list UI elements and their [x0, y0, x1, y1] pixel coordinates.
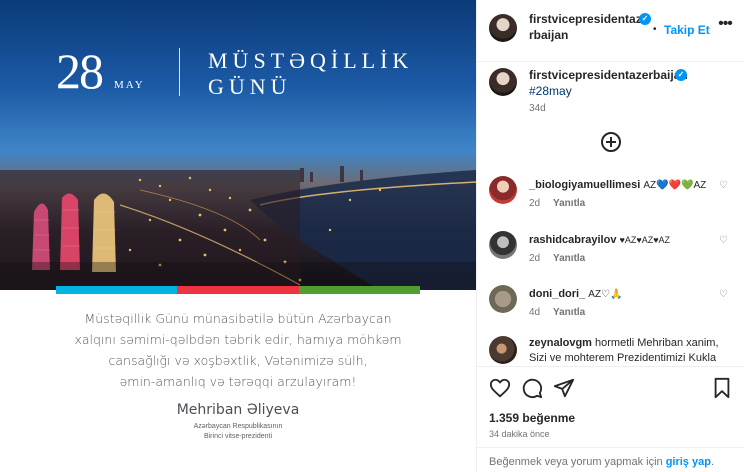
comment-like-heart-icon[interactable]: ♡: [719, 235, 728, 246]
commenter-avatar[interactable]: [489, 231, 517, 259]
comment-time: 4d: [529, 307, 541, 318]
greeting-message: Müstəqillik Günü münasibətilə bütün Azər…: [0, 296, 476, 472]
flag-red-band: [177, 286, 299, 294]
comment-text: ♥AZ♥AZ♥AZ: [619, 235, 671, 245]
more-horizontal-icon[interactable]: •••: [715, 14, 735, 34]
comment-username[interactable]: zeynalovgm: [529, 337, 592, 349]
comment-username[interactable]: rashidcabrayilov: [529, 234, 616, 246]
post-header: firstvicepresidentazerbaijan ✓ • Takip E…: [477, 0, 744, 62]
signature-name: Mehriban Əliyeva: [176, 402, 300, 418]
comment-username[interactable]: _biologiyamuellimesi: [529, 179, 640, 191]
heart-icon[interactable]: [489, 377, 511, 399]
commenter-avatar[interactable]: [489, 336, 517, 364]
comment-like-heart-icon[interactable]: ♡: [719, 180, 728, 191]
login-prompt-suffix: .: [710, 456, 714, 468]
caption-hashtag[interactable]: #28may: [529, 84, 572, 98]
comment-username[interactable]: doni_dori_: [529, 288, 585, 300]
post-actions: 1.359 beğenme 34 dakika önce Beğenmek ve…: [477, 366, 744, 468]
author-username[interactable]: firstvicepresidentazerbaijan: [529, 11, 649, 43]
comment-like-heart-icon[interactable]: ♡: [719, 289, 728, 300]
comment-text: AZ♡🙏: [588, 289, 623, 300]
hero-line-2: GÜNÜ: [208, 74, 292, 99]
hero-day-number: 28: [56, 43, 104, 99]
follow-button[interactable]: Takip Et: [664, 23, 710, 37]
login-link[interactable]: giriş yap: [666, 456, 711, 468]
comment-item: zeynalovgm hormetli Mehriban xanim, Sizi…: [477, 334, 744, 366]
verified-badge-icon: ✓: [639, 13, 651, 25]
reply-button[interactable]: Yanıtla: [553, 307, 585, 318]
login-prompt-prefix: Beğenmek veya yorum yapmak için: [489, 456, 666, 468]
author-avatar[interactable]: [489, 14, 517, 42]
post-side-panel: firstvicepresidentazerbaijan ✓ • Takip E…: [476, 0, 744, 472]
verified-badge-icon: ✓: [675, 69, 687, 81]
reply-button[interactable]: Yanıtla: [553, 198, 585, 209]
azerbaijan-flag-stripe: [56, 286, 420, 294]
baku-night-photo: 28 MAY MÜSTƏQİLLİK GÜNÜ: [0, 0, 476, 290]
message-line: əmin-amanlıq və tərəqqi arzulayıram!: [119, 374, 357, 389]
hero-divider: [179, 48, 180, 96]
post-image: 28 MAY MÜSTƏQİLLİK GÜNÜ Müstəqillik Günü…: [0, 0, 476, 472]
comment-item: _biologiyamuellimesi AZ💙❤️💚AZ 2d Yanıtla…: [477, 174, 744, 218]
commenter-avatar[interactable]: [489, 176, 517, 204]
comment-text: AZ💙❤️💚AZ: [643, 180, 707, 191]
comment-body: doni_dori_ AZ♡🙏: [529, 287, 733, 302]
caption-timestamp: 34d: [529, 103, 546, 114]
header-dot: •: [653, 24, 657, 35]
signature-title-line-2: Birinci vitse-prezidenti: [203, 433, 273, 440]
login-prompt: Beğenmek veya yorum yapmak için giriş ya…: [489, 456, 714, 468]
hero-title: 28 MAY MÜSTƏQİLLİK GÜNÜ: [56, 44, 436, 100]
comment-item: rashidcabrayilov ♥AZ♥AZ♥AZ 2d Yanıtla ♡: [477, 229, 744, 273]
flag-blue-band: [56, 286, 178, 294]
share-icon[interactable]: [553, 377, 575, 399]
hero-month: MAY: [114, 79, 145, 91]
flag-green-band: [298, 286, 420, 294]
message-line: Müstəqillik Günü münasibətilə bütün Azər…: [84, 311, 392, 326]
signature-title-line-1: Azərbaycan Respublikasının: [193, 423, 283, 430]
comment-icon[interactable]: [521, 377, 543, 399]
comment-time: 2d: [529, 253, 541, 264]
post-time-ago: 34 dakika önce: [489, 429, 550, 439]
comment-body: zeynalovgm hormetli Mehriban xanim, Sizi…: [529, 336, 733, 366]
message-line: cansağlığı və xoşbəxtlik, Vətənimizə sül…: [108, 353, 368, 368]
comment-body: rashidcabrayilov ♥AZ♥AZ♥AZ: [529, 233, 733, 248]
message-line: xalqını səmimi-qəlbdən təbrik edir, hamı…: [74, 332, 402, 347]
reply-button[interactable]: Yanıtla: [553, 253, 585, 264]
caption-avatar[interactable]: [489, 68, 517, 96]
comment-time: 2d: [529, 198, 541, 209]
hero-line-1: MÜSTƏQİLLİK: [208, 48, 414, 73]
like-count[interactable]: 1.359 beğenme: [489, 411, 575, 425]
comment-body: _biologiyamuellimesi AZ💙❤️💚AZ: [529, 178, 733, 193]
message-lines: Müstəqillik Günü münasibətilə bütün Azər…: [40, 308, 436, 392]
commenter-avatar[interactable]: [489, 285, 517, 313]
caption-username[interactable]: firstvicepresidentazerbaijan: [529, 68, 688, 82]
comment-item: doni_dori_ AZ♡🙏 4d Yanıtla ♡: [477, 283, 744, 327]
login-prompt-bar: Beğenmek veya yorum yapmak için giriş ya…: [477, 447, 744, 472]
load-more-comments-plus-icon[interactable]: [601, 132, 621, 152]
bookmark-icon[interactable]: [711, 377, 733, 399]
